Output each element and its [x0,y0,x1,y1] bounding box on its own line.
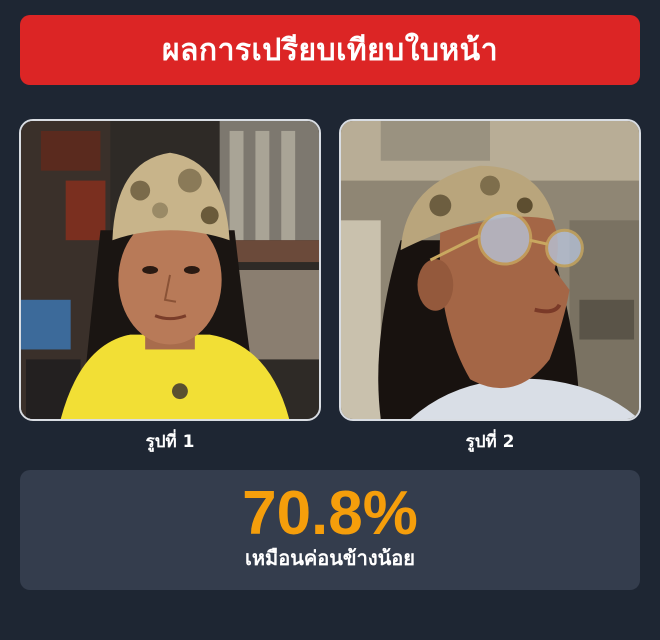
page-header: ผลการเปรียบเทียบใบหน้า [20,15,640,85]
page-title: ผลการเปรียบเทียบใบหน้า [161,32,499,68]
face-photo-1-image [21,121,319,419]
similarity-verdict: เหมือนค่อนข้างน้อย [244,546,416,570]
photo-2-caption: รูปที่ 2 [465,432,515,452]
result-card: 70.8% เหมือนค่อนข้างน้อย [20,470,640,590]
photo-1-caption: รูปที่ 1 [145,432,195,452]
face-photo-2-image [341,121,639,419]
photo-2 [339,119,641,421]
similarity-score: 70.8% [242,479,418,548]
photo-1 [19,119,321,421]
